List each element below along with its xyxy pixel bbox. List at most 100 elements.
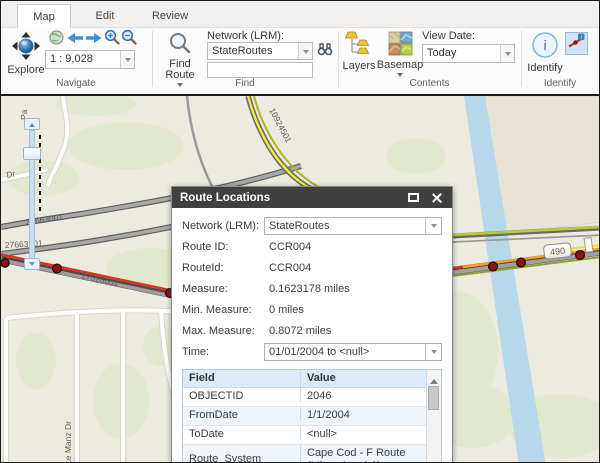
field-row-min-measure: Min. Measure: 0 miles: [182, 300, 442, 319]
scrollbar-up-arrow[interactable]: [430, 375, 438, 384]
routeid-label: RouteId:: [182, 261, 224, 274]
route-shield: 490: [543, 242, 572, 260]
field-row-measure: Measure: 0.1623178 miles: [182, 279, 442, 298]
max-measure-label: Max. Measure:: [182, 324, 255, 337]
cell-field: FromDate: [183, 407, 301, 421]
fixed-zoom-out-button[interactable]: [120, 29, 137, 50]
svg-text:i: i: [581, 34, 582, 40]
field-row-route-id: Route ID: CCR004: [182, 237, 442, 256]
bridge-symbol: [583, 236, 594, 253]
layers-button[interactable]: Layers: [340, 31, 378, 72]
network-field-dropdown-arrow[interactable]: [425, 217, 441, 234]
identify-label: Identify: [527, 62, 563, 74]
identify-button[interactable]: i Identify: [525, 31, 565, 74]
scrollbar-thumb[interactable]: [428, 386, 439, 410]
network-field-value: StateRoutes: [269, 219, 330, 232]
find-group-label: Find: [235, 78, 255, 89]
map-zoom-slider[interactable]: [23, 118, 41, 270]
route-id-label: Route ID:: [182, 240, 229, 253]
fixed-zoom-in-button[interactable]: [103, 29, 120, 50]
network-lrm-combo[interactable]: StateRoutes: [207, 42, 313, 60]
explore-button[interactable]: Explore: [5, 31, 47, 76]
identify-info-icon: i: [531, 31, 559, 62]
slider-up-button[interactable]: [24, 118, 40, 130]
network-lrm-value: StateRoutes: [212, 45, 273, 57]
network-lrm-label: Network (LRM):: [207, 30, 285, 42]
dialog-title: Route Locations: [180, 191, 271, 204]
binoculars-icon: [317, 42, 333, 61]
column-header-field: Field: [183, 370, 301, 387]
column-header-value: Value: [307, 372, 336, 384]
slider-thumb[interactable]: [23, 147, 41, 160]
layers-label: Layers: [342, 60, 376, 72]
map-view[interactable]: 490 27663001 27663101 27326001 10924501 …: [1, 94, 599, 462]
basemap-label: Basemap: [376, 59, 424, 71]
time-combo[interactable]: 01/01/2004 to <null>: [264, 342, 442, 361]
zoom-in-icon: [104, 29, 120, 50]
navigate-group-label: Navigate: [56, 78, 96, 89]
svg-text:i: i: [543, 37, 546, 53]
cell-field: ToDate: [183, 426, 301, 440]
field-row-routeid: RouteId: CCR004: [182, 258, 442, 277]
identify-route-tool-icon: i: [568, 33, 585, 55]
route-id-value: CCR004: [269, 240, 312, 253]
min-measure-label: Min. Measure:: [182, 303, 252, 316]
network-field-combo[interactable]: StateRoutes: [264, 216, 442, 235]
search-routes-button[interactable]: [316, 42, 334, 61]
view-date-value: Today: [427, 47, 457, 59]
ribbon-tab-row: Map Edit Review: [1, 1, 599, 28]
network-field-label: Network (LRM):: [182, 219, 260, 232]
cell-value: 1/1/2004: [307, 409, 350, 421]
dialog-body: Network (LRM): StateRoutes Route ID: CCR…: [172, 208, 452, 462]
map-scale-value: 1 : 9,028: [50, 53, 93, 65]
route-shield-label: 490: [550, 246, 566, 258]
contents-group-label: Contents: [409, 78, 450, 89]
back-arrow-icon: [67, 31, 83, 49]
route-id-input-value: [208, 63, 312, 77]
basemap-button[interactable]: Basemap: [376, 31, 424, 80]
route-id-input[interactable]: [207, 62, 313, 78]
map-scale-combo[interactable]: 1 : 9,028: [45, 50, 135, 69]
identify-route-locations-tool-button[interactable]: i: [565, 32, 588, 55]
next-extent-button[interactable]: [85, 32, 103, 47]
table-row[interactable]: Route_System Cape Cod - F Route (Minor A…: [183, 445, 426, 462]
explore-label: Explore: [7, 64, 45, 76]
routeid-value: CCR004: [269, 261, 312, 274]
full-extent-button[interactable]: [48, 29, 65, 48]
ribbon: Map Edit Review Explore 1: 9,028 Naviga…: [1, 1, 599, 94]
measure-value: 0.1623178 miles: [269, 282, 350, 295]
cell-value: 2046: [307, 390, 332, 402]
field-row-max-measure: Max. Measure: 0.8072 miles: [182, 321, 442, 340]
slider-down-button[interactable]: [24, 258, 40, 270]
network-lrm-dropdown-arrow[interactable]: [298, 43, 312, 59]
table-scrollbar[interactable]: [426, 370, 441, 462]
cell-value: Cape Cod - F Route (Minor Arterial/ Coll…: [307, 447, 406, 462]
view-date-dropdown-arrow[interactable]: [500, 45, 514, 62]
time-label: Time:: [182, 345, 210, 358]
tab-review[interactable]: Review: [141, 4, 199, 28]
dialog-titlebar[interactable]: Route Locations: [172, 187, 452, 208]
layers-tree-icon: [344, 31, 373, 60]
tab-map[interactable]: Map: [17, 4, 71, 28]
cell-field: Route_System: [183, 445, 301, 462]
previous-extent-button[interactable]: [66, 32, 84, 47]
zoom-out-icon: [121, 29, 137, 50]
time-dropdown-arrow[interactable]: [425, 343, 441, 360]
table-row[interactable]: OBJECTID 2046: [183, 388, 426, 407]
view-date-combo[interactable]: Today: [422, 44, 515, 63]
map-scale-dropdown-arrow[interactable]: [120, 51, 134, 68]
cell-value: <null>: [307, 428, 337, 440]
tab-edit[interactable]: Edit: [79, 4, 131, 28]
table-row[interactable]: FromDate 1/1/2004: [183, 407, 426, 426]
maximize-icon[interactable]: [408, 193, 419, 202]
route-locations-dialog[interactable]: Route Locations Network (LRM): StateRout…: [171, 186, 453, 462]
forward-arrow-icon: [86, 31, 102, 49]
attributes-table: Field Value OBJECTID 2046 FromDate 1/1/2…: [182, 369, 442, 462]
table-row[interactable]: ToDate <null>: [183, 426, 426, 445]
close-icon[interactable]: [431, 192, 443, 204]
cell-field: OBJECTID: [183, 388, 301, 402]
explore-compass-icon: [11, 31, 41, 64]
time-value: 01/01/2004 to <null>: [269, 345, 370, 358]
max-measure-value: 0.8072 miles: [269, 324, 332, 337]
table-header-row: Field Value: [183, 370, 426, 388]
